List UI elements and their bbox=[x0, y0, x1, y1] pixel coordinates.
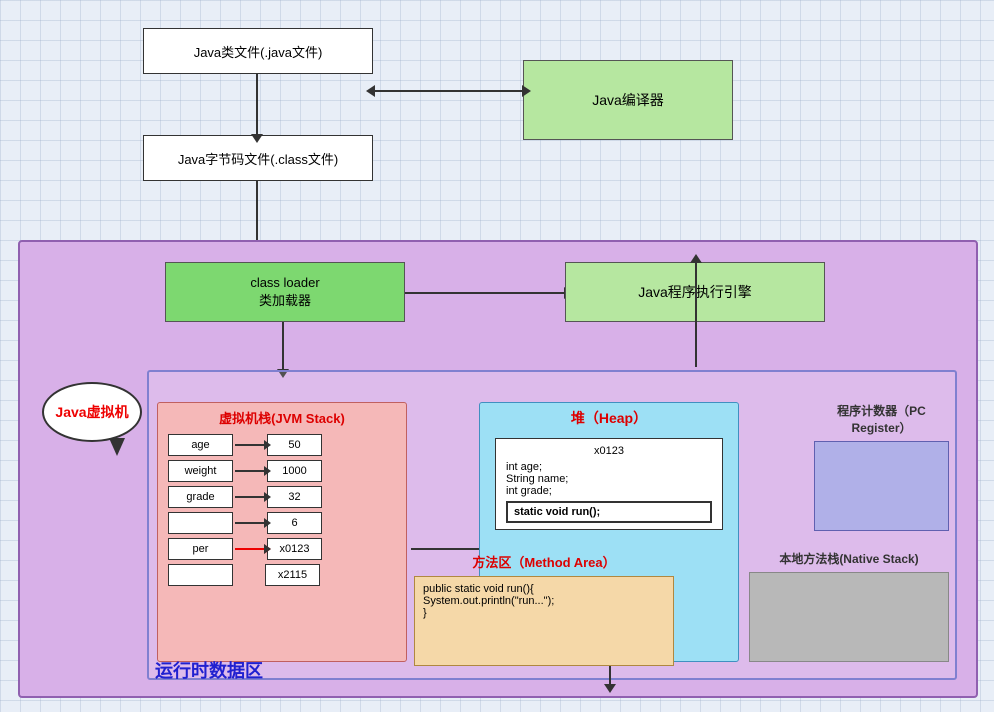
java-bytecode-label: Java字节码文件(.class文件) bbox=[178, 149, 338, 168]
method-area-code-2: System.out.println("run..."); bbox=[423, 595, 665, 607]
stack-row: grade 32 bbox=[168, 486, 396, 508]
jvm-bubble-label: Java虚拟机 bbox=[55, 404, 128, 420]
stack-value-per: x0123 bbox=[267, 538, 322, 560]
heap-field-3: int grade; bbox=[506, 485, 712, 497]
arrow-bytecode-to-jvm bbox=[256, 181, 258, 241]
heap-method-box: static void run(); bbox=[506, 501, 712, 523]
stack-value-grade: 32 bbox=[267, 486, 322, 508]
jvm-bubble: Java虚拟机 bbox=[42, 382, 142, 442]
heap-object-id: x0123 bbox=[506, 445, 712, 457]
native-stack-title: 本地方法栈(Native Stack) bbox=[749, 550, 949, 567]
arrow-stack-to-heap bbox=[411, 548, 484, 550]
arrow-cl-down bbox=[282, 322, 284, 370]
pc-register-section: 程序计数器（PC Register） bbox=[814, 402, 949, 532]
stack-value-age: 50 bbox=[267, 434, 322, 456]
stack-arrow-grade bbox=[235, 496, 265, 498]
class-loader-line2: 类加载器 bbox=[259, 290, 311, 309]
diagram: Java类文件(.java文件) Java编译器 Java字节码文件(.clas… bbox=[0, 0, 994, 712]
pc-register-title: 程序计数器（PC Register） bbox=[814, 402, 949, 436]
stack-row: weight 1000 bbox=[168, 460, 396, 482]
method-area-section: 方法区（Method Area） public static void run(… bbox=[414, 552, 674, 672]
native-stack-box bbox=[749, 572, 949, 662]
pc-register-box bbox=[814, 441, 949, 531]
heap-object: x0123 int age; String name; int grade; s… bbox=[495, 438, 723, 530]
runtime-data-area: 虚拟机栈(JVM Stack) age 50 weight 1000 bbox=[147, 370, 957, 680]
stack-row: 6 bbox=[168, 512, 396, 534]
stack-name-empty1 bbox=[168, 512, 233, 534]
jvm-stack-title: 虚拟机栈(JVM Stack) bbox=[158, 403, 406, 430]
heap-field-2: String name; bbox=[506, 473, 712, 485]
class-loader-box: class loader 类加载器 bbox=[165, 262, 405, 322]
arrow-runtime-to-ee bbox=[695, 262, 697, 367]
stack-name-age: age bbox=[168, 434, 233, 456]
stack-table: age 50 weight 1000 grade 32 bbox=[168, 434, 396, 586]
heap-title: 堆（Heap） bbox=[480, 403, 738, 433]
stack-arrow-per bbox=[235, 548, 265, 550]
stack-arrow-weight bbox=[235, 470, 265, 472]
stack-row: per x0123 bbox=[168, 538, 396, 560]
stack-name-per: per bbox=[168, 538, 233, 560]
stack-name-weight: weight bbox=[168, 460, 233, 482]
method-area-title: 方法区（Method Area） bbox=[414, 552, 674, 571]
arrow-class-to-bytecode bbox=[256, 74, 258, 135]
class-loader-line1: class loader bbox=[250, 275, 319, 290]
stack-row: x2115 bbox=[168, 564, 396, 586]
heap-field-1: int age; bbox=[506, 461, 712, 473]
runtime-label: 运行时数据区 bbox=[155, 657, 263, 683]
java-compiler-box: Java编译器 bbox=[523, 60, 733, 140]
stack-name-grade: grade bbox=[168, 486, 233, 508]
native-stack-section: 本地方法栈(Native Stack) bbox=[749, 550, 949, 672]
method-area-code-3: } bbox=[423, 607, 665, 619]
method-area-code-1: public static void run(){ bbox=[423, 583, 665, 595]
java-compiler-label: Java编译器 bbox=[592, 90, 664, 110]
stack-arrow-empty1 bbox=[235, 522, 265, 524]
method-area-box: public static void run(){ System.out.pri… bbox=[414, 576, 674, 666]
stack-row: age 50 bbox=[168, 434, 396, 456]
stack-value-weight: 1000 bbox=[267, 460, 322, 482]
java-class-file-box: Java类文件(.java文件) bbox=[143, 28, 373, 74]
jvm-stack-section: 虚拟机栈(JVM Stack) age 50 weight 1000 bbox=[157, 402, 407, 662]
stack-name-empty2 bbox=[168, 564, 233, 586]
java-class-file-label: Java类文件(.java文件) bbox=[194, 42, 323, 61]
stack-arrow-age bbox=[235, 444, 265, 446]
jvm-container: Java虚拟机 class loader 类加载器 Java程序执行引擎 虚拟机… bbox=[18, 240, 978, 698]
arrow-cl-to-ee bbox=[405, 292, 565, 294]
stack-value-6: 6 bbox=[267, 512, 322, 534]
stack-value-x2115: x2115 bbox=[265, 564, 320, 586]
arrow-class-compiler bbox=[374, 90, 523, 92]
